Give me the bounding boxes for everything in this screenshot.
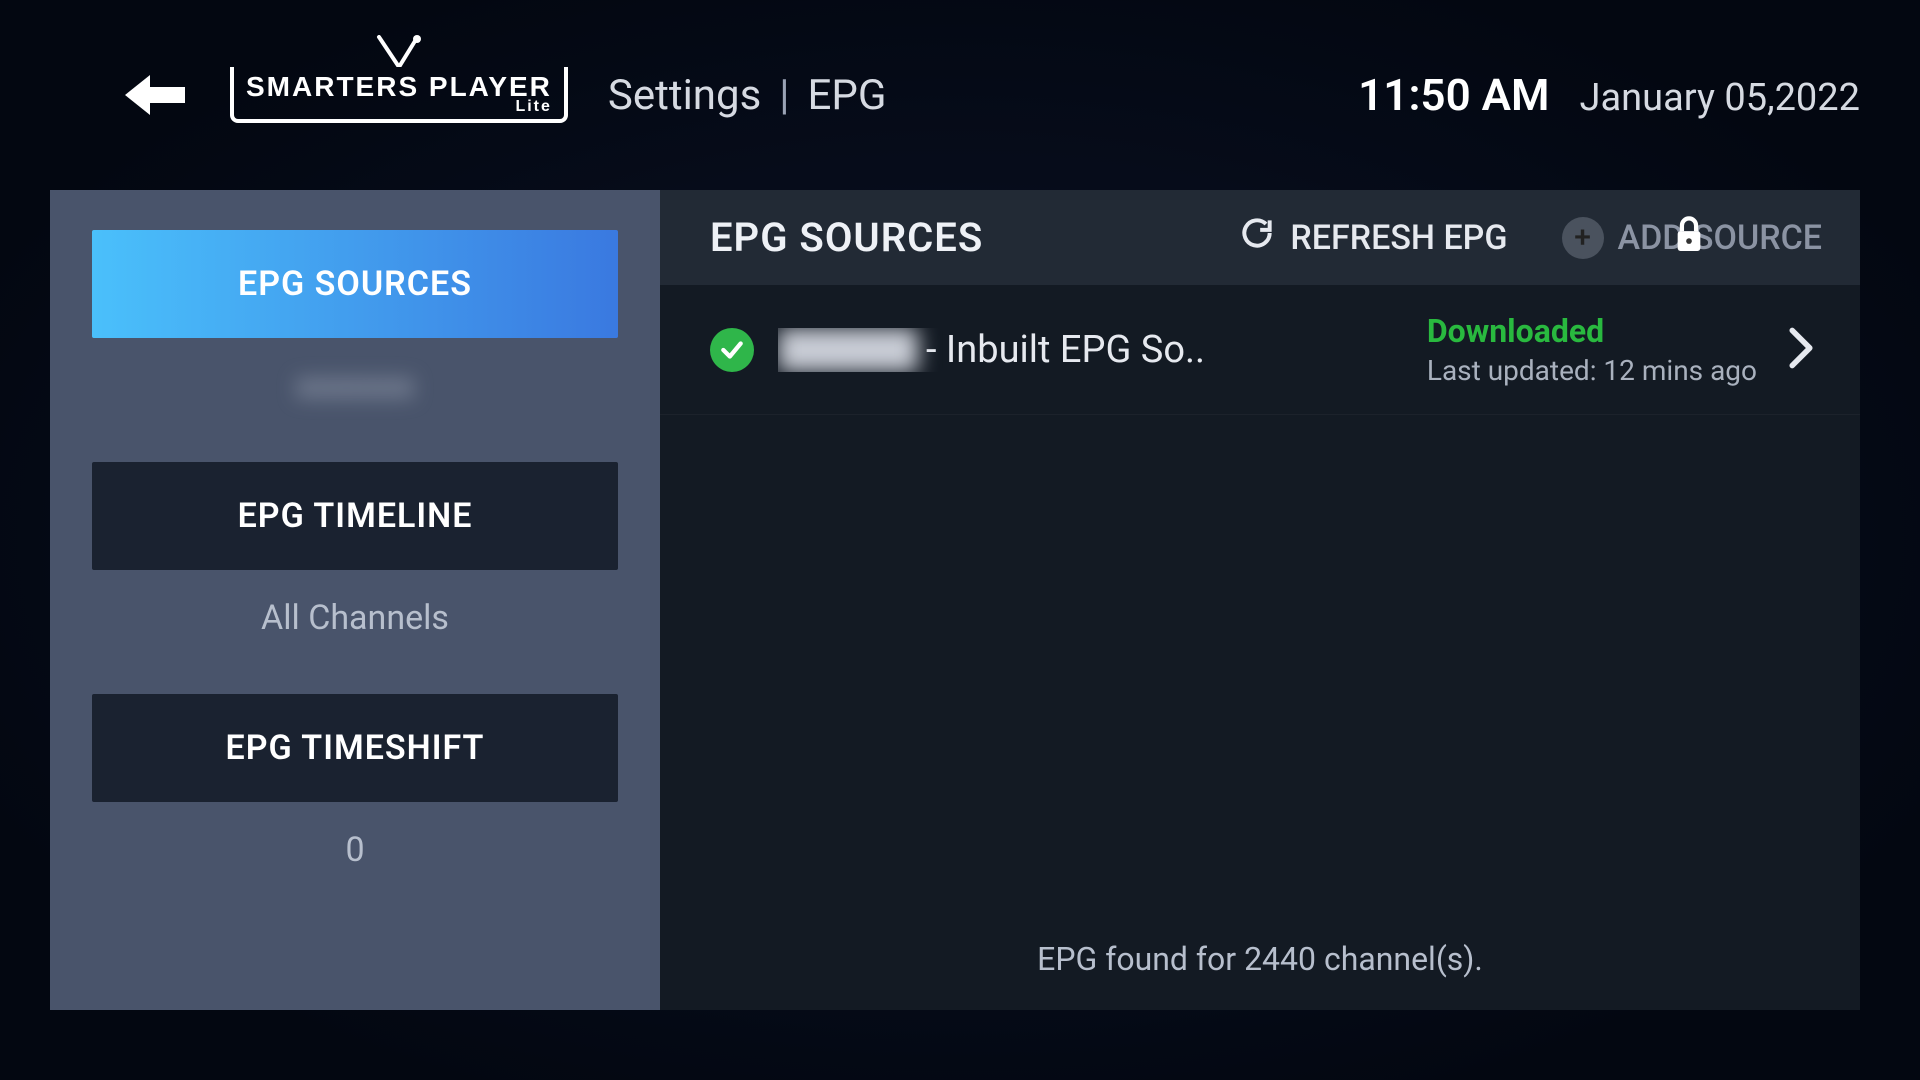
content-panel: EPG SOURCES REFRESH EPG + ADD SOURCE: [660, 190, 1860, 1010]
main-area: EPG SOURCES xxxxxxx EPG TIMELINE All Cha…: [50, 190, 1860, 1010]
clock-time: 11:50 AM: [1358, 69, 1549, 121]
source-meta: Downloaded Last updated: 12 mins ago: [1427, 312, 1757, 387]
logo-main-text: SMARTERS PLAYER: [246, 73, 552, 101]
sidebar-sub-epg-timeline: All Channels: [92, 598, 618, 638]
arrow-left-icon: [120, 70, 190, 120]
sidebar-item-label: EPG TIMESHIFT: [226, 728, 485, 768]
sidebar-sub-epg-timeshift: 0: [92, 830, 618, 870]
check-icon: [710, 328, 754, 372]
content-header: EPG SOURCES REFRESH EPG + ADD SOURCE: [660, 190, 1860, 285]
tv-antenna-icon: [369, 35, 429, 67]
plus-icon: +: [1562, 217, 1604, 259]
back-button[interactable]: [110, 60, 200, 130]
sidebar-item-label: EPG SOURCES: [238, 264, 472, 304]
lock-icon: [1670, 212, 1708, 256]
breadcrumb-separator: |: [779, 71, 789, 120]
sidebar-sub-epg-sources: xxxxxxx: [92, 366, 618, 406]
refresh-epg-button[interactable]: REFRESH EPG: [1226, 206, 1519, 269]
content-footer: EPG found for 2440 channel(s).: [660, 914, 1860, 1010]
sidebar-item-label: EPG TIMELINE: [238, 496, 473, 536]
sidebar-item-epg-timeline[interactable]: EPG TIMELINE: [92, 462, 618, 570]
source-name-redacted: [778, 328, 918, 372]
refresh-epg-label: REFRESH EPG: [1290, 218, 1507, 258]
app-logo: SMARTERS PLAYER Lite: [230, 67, 568, 123]
sidebar-item-epg-timeshift[interactable]: EPG TIMESHIFT: [92, 694, 618, 802]
top-bar: SMARTERS PLAYER Lite Settings | EPG 11:5…: [0, 0, 1920, 190]
chevron-right-icon: [1787, 326, 1815, 374]
clock: 11:50 AM January 05,2022: [1358, 69, 1860, 121]
source-name-suffix: - Inbuilt EPG So..: [926, 328, 1205, 372]
epg-source-row[interactable]: - Inbuilt EPG So.. Downloaded Last updat…: [660, 285, 1860, 415]
settings-sidebar: EPG SOURCES xxxxxxx EPG TIMELINE All Cha…: [50, 190, 660, 1010]
source-name: - Inbuilt EPG So..: [778, 328, 1205, 372]
clock-date: January 05,2022: [1580, 76, 1860, 120]
refresh-icon: [1238, 214, 1276, 261]
sidebar-item-epg-sources[interactable]: EPG SOURCES: [92, 230, 618, 338]
breadcrumb: Settings | EPG: [608, 71, 887, 120]
breadcrumb-settings[interactable]: Settings: [608, 71, 761, 120]
breadcrumb-epg: EPG: [808, 71, 887, 120]
logo-sub-text: Lite: [515, 99, 551, 115]
source-status: Downloaded: [1427, 312, 1757, 350]
add-source-label: ADD SOURCE: [1618, 218, 1822, 258]
content-title: EPG SOURCES: [710, 214, 1196, 261]
source-last-updated: Last updated: 12 mins ago: [1427, 354, 1757, 387]
